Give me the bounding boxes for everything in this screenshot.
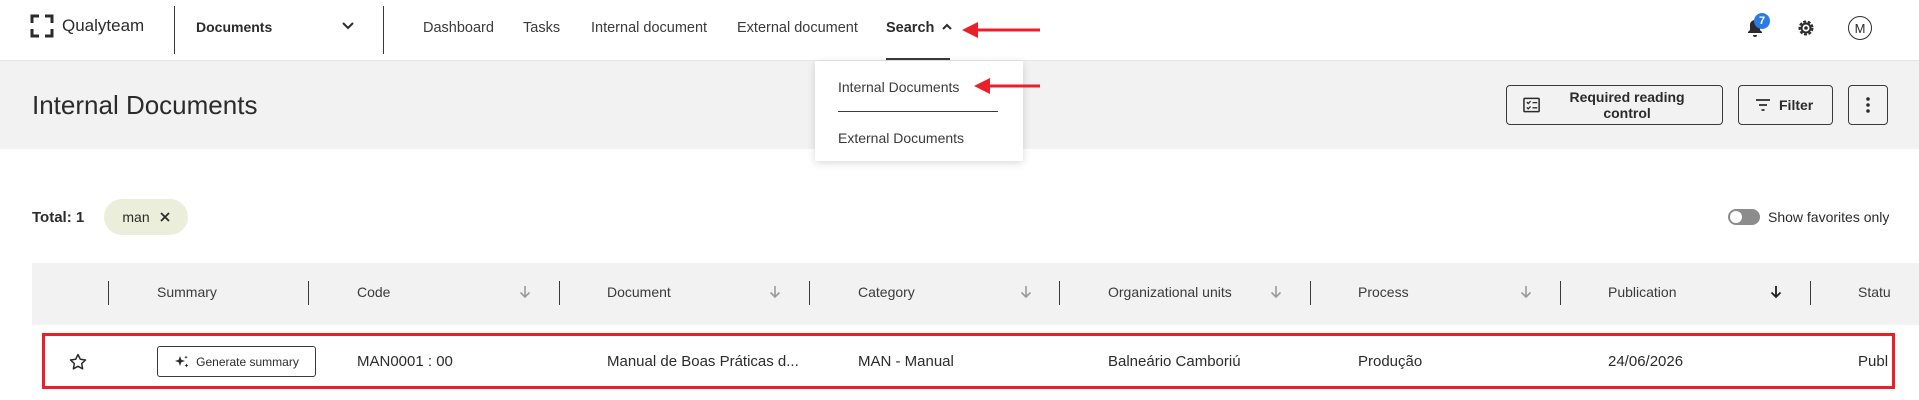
annotation-arrow-icon — [974, 78, 1040, 94]
column-divider — [308, 281, 309, 305]
column-header-publication[interactable]: Publication — [1608, 284, 1677, 300]
favorites-toggle[interactable] — [1728, 209, 1760, 225]
column-header-process[interactable]: Process — [1358, 284, 1409, 300]
sort-arrow-down-icon[interactable] — [1270, 285, 1282, 299]
nav-search[interactable]: Search — [886, 20, 953, 36]
divider — [383, 6, 384, 54]
sort-arrow-down-icon[interactable] — [769, 285, 781, 299]
required-reading-button[interactable]: Required reading control — [1506, 85, 1723, 125]
sort-arrow-down-icon[interactable] — [1520, 285, 1532, 299]
annotation-highlight-box — [42, 333, 1895, 389]
notification-badge: 7 — [1754, 13, 1770, 29]
more-options-button[interactable] — [1848, 85, 1888, 125]
nav-tasks[interactable]: Tasks — [523, 20, 560, 36]
user-avatar[interactable]: M — [1848, 16, 1872, 40]
column-header-code[interactable]: Code — [357, 284, 390, 300]
nav-search-label: Search — [886, 20, 935, 36]
nav-internal-document[interactable]: Internal document — [591, 20, 707, 36]
column-header-organizational-units[interactable]: Organizational units — [1108, 284, 1232, 300]
divider — [174, 6, 175, 54]
column-divider — [108, 281, 109, 305]
gear-icon[interactable] — [1796, 18, 1816, 38]
column-header-category[interactable]: Category — [858, 284, 915, 300]
sort-arrow-down-icon[interactable] — [1020, 285, 1032, 299]
annotation-arrow-icon — [962, 22, 1040, 38]
menu-item-internal-documents[interactable]: Internal Documents — [838, 79, 959, 95]
sort-arrow-down-icon[interactable] — [519, 285, 531, 299]
menu-divider — [838, 111, 998, 112]
column-header-summary[interactable]: Summary — [157, 284, 217, 300]
close-icon[interactable] — [159, 212, 170, 222]
menu-item-external-documents[interactable]: External Documents — [838, 130, 964, 146]
column-divider — [559, 281, 560, 305]
sort-arrow-down-active-icon[interactable] — [1770, 285, 1782, 299]
column-divider — [1310, 281, 1311, 305]
nav-dashboard[interactable]: Dashboard — [423, 20, 494, 36]
filter-chip[interactable]: man — [104, 199, 188, 235]
results-total: Total: 1 — [32, 209, 85, 226]
chevron-down-icon[interactable] — [340, 18, 356, 34]
column-divider — [1560, 281, 1561, 305]
column-divider — [1059, 281, 1060, 305]
required-reading-label: Required reading control — [1569, 89, 1685, 121]
qualyteam-logo-icon — [30, 14, 54, 38]
filter-chip-label: man — [122, 209, 150, 225]
page-title: Internal Documents — [32, 90, 258, 120]
column-header-document[interactable]: Document — [607, 284, 671, 300]
filter-label: Filter — [1779, 97, 1814, 113]
logo-text: Qualyteam — [62, 16, 145, 35]
filter-icon — [1756, 99, 1770, 111]
nav-external-document[interactable]: External document — [737, 20, 858, 36]
chevron-up-icon — [942, 23, 953, 30]
app-logo[interactable]: Qualyteam — [30, 14, 144, 38]
nav-active-indicator — [886, 58, 950, 60]
filter-button[interactable]: Filter — [1738, 85, 1833, 125]
module-select[interactable]: Documents — [196, 19, 272, 35]
favorites-toggle-label: Show favorites only — [1768, 209, 1890, 225]
column-divider — [809, 281, 810, 305]
toggle-knob — [1730, 211, 1742, 223]
checklist-icon — [1523, 97, 1540, 113]
column-divider — [1810, 281, 1811, 305]
column-header-status[interactable]: Statu — [1858, 284, 1891, 300]
more-vertical-icon — [1866, 97, 1870, 113]
